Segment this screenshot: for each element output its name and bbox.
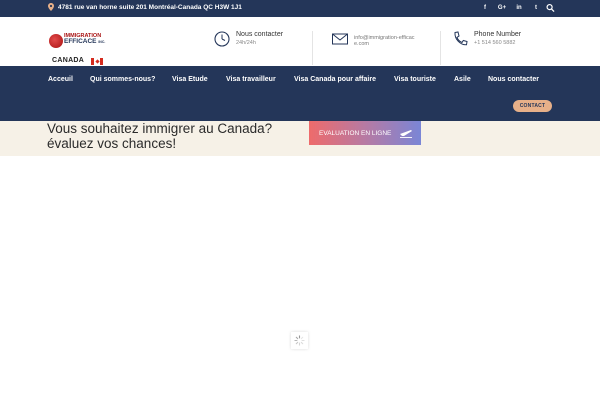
page: 4781 rue van horne suite 201 Montréal-Ca… xyxy=(0,0,600,400)
envelope-icon xyxy=(332,33,348,45)
linkedin-icon[interactable]: in xyxy=(514,3,524,13)
nav-item-visa-etude[interactable]: Visa Etude xyxy=(172,76,208,83)
email-contact[interactable]: info@immigration-efficace.com xyxy=(332,31,416,47)
contact-hours: Nous contacter 24h/24h xyxy=(214,31,283,47)
header-divider xyxy=(440,31,441,65)
phone-icon xyxy=(454,31,468,46)
online-evaluation-label: EVALUATION EN LIGNE xyxy=(319,129,392,137)
nav-item-visa-touriste[interactable]: Visa touriste xyxy=(394,76,436,83)
nav-item-qui-sommes-nous[interactable]: Qui sommes-nous? xyxy=(90,76,155,83)
header-divider xyxy=(312,31,313,65)
nav-item-visa-travailleur[interactable]: Visa travailleur xyxy=(226,76,276,83)
nav-item-asile[interactable]: Asile xyxy=(454,76,471,83)
address: 4781 rue van horne suite 201 Montréal-Ca… xyxy=(48,3,242,11)
contact-hours-value: 24h/24h xyxy=(236,40,256,46)
online-evaluation-button[interactable]: EVALUATION EN LIGNE xyxy=(309,121,421,145)
hero-title: Vous souhaitez immigrer au Canada? évalu… xyxy=(47,121,272,151)
site-header: IMMIGRATION EFFICACE INC. CANADA Nous co… xyxy=(0,17,600,66)
address-text: 4781 rue van horne suite 201 Montréal-Ca… xyxy=(58,3,242,11)
phone-title: Phone Number xyxy=(474,31,522,38)
phone-contact[interactable]: Phone Number +1 514 560 5882 xyxy=(452,31,521,47)
facebook-icon[interactable]: f xyxy=(480,3,490,13)
site-logo[interactable]: IMMIGRATION EFFICACE INC. xyxy=(49,33,109,55)
nav-item-visa-affaire[interactable]: Visa Canada pour affaire xyxy=(294,76,376,83)
logo-line-2: EFFICACE xyxy=(64,38,97,45)
email-value[interactable]: info@immigration-efficace.com xyxy=(354,35,416,47)
nav-item-nous-contacter[interactable]: Nous contacter xyxy=(488,76,539,83)
nav-item-accueil[interactable]: Acceuil xyxy=(48,76,73,83)
loading-spinner-icon xyxy=(294,335,305,346)
twitter-icon[interactable]: t xyxy=(531,3,541,13)
airplane-icon xyxy=(400,130,412,138)
globe-icon xyxy=(49,34,63,48)
contact-button[interactable]: CONTACT xyxy=(513,100,552,112)
logo-suffix: INC. xyxy=(98,40,106,44)
hero-title-line-2: évaluez vos chances! xyxy=(47,136,177,151)
location-pin-icon xyxy=(48,3,54,11)
phone-value[interactable]: +1 514 560 5882 xyxy=(474,40,521,47)
main-nav: Acceuil Qui sommes-nous? Visa Etude Visa… xyxy=(0,66,600,121)
logo-text: IMMIGRATION EFFICACE INC. xyxy=(64,33,105,45)
hero-banner: Vous souhaitez immigrer au Canada? évalu… xyxy=(0,121,600,156)
clock-icon xyxy=(214,31,230,47)
top-bar: 4781 rue van horne suite 201 Montréal-Ca… xyxy=(0,0,600,17)
country-label: CANADA xyxy=(52,57,85,64)
google-plus-icon[interactable]: G+ xyxy=(497,3,507,13)
search-icon[interactable] xyxy=(546,3,555,13)
hero-title-line-1: Vous souhaitez immigrer au Canada? xyxy=(47,121,273,136)
page-loader xyxy=(291,332,308,349)
canada-flag-icon xyxy=(91,58,103,65)
contact-hours-title: Nous contacter xyxy=(236,31,284,38)
social-links: f G+ in t xyxy=(480,3,541,13)
